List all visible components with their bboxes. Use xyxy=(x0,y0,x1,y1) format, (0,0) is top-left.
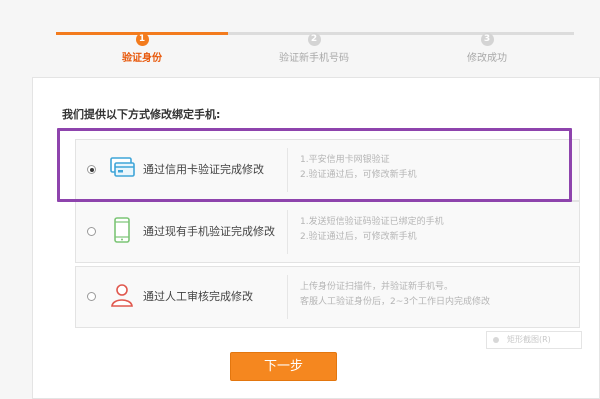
desc-line: 1.发送短信验证码验证已绑定的手机 xyxy=(300,217,444,227)
radio-manual-review[interactable] xyxy=(87,292,96,301)
person-icon xyxy=(111,284,133,307)
step-label: 修改成功 xyxy=(467,53,507,64)
desc-line: 客服人工验证身份后，2~3个工作日内完成修改 xyxy=(300,297,490,307)
mobile-phone-icon xyxy=(114,217,130,243)
highlight-box xyxy=(57,128,572,202)
step-number: 2 xyxy=(307,33,321,46)
watermark-icon xyxy=(493,337,499,343)
option-title: 通过现有手机验证完成修改 xyxy=(143,225,275,238)
option-manual-review[interactable]: 通过人工审核完成修改 上传身份证扫描件，并验证新手机号。 客服人工验证身份后，2… xyxy=(75,266,580,328)
step-success: 3 修改成功 xyxy=(427,26,547,64)
step-number: 3 xyxy=(480,33,494,46)
step-verify-new-phone: 2 验证新手机号码 xyxy=(254,26,374,64)
next-step-button[interactable]: 下一步 xyxy=(230,352,337,381)
radio-existing-phone[interactable] xyxy=(87,227,96,236)
step-number: 1 xyxy=(135,33,149,46)
watermark-label: 矩形截图(R) xyxy=(507,335,551,344)
progress-stepper: 1 验证身份 2 验证新手机号码 3 修改成功 xyxy=(0,0,600,70)
step-verify-identity: 1 验证身份 xyxy=(82,26,202,64)
option-description: 上传身份证扫描件，并验证新手机号。 客服人工验证身份后，2~3个工作日内完成修改 xyxy=(300,280,490,310)
divider xyxy=(287,210,288,254)
step-label: 验证新手机号码 xyxy=(279,53,349,64)
option-existing-phone[interactable]: 通过现有手机验证完成修改 1.发送短信验证码验证已绑定的手机 2.验证通过后，可… xyxy=(75,201,580,263)
step-label: 验证身份 xyxy=(122,53,162,64)
option-description: 1.发送短信验证码验证已绑定的手机 2.验证通过后，可修改新手机 xyxy=(300,215,444,245)
intro-heading: 我们提供以下方式修改绑定手机: xyxy=(62,108,221,121)
divider xyxy=(287,275,288,319)
desc-line: 2.验证通过后，可修改新手机 xyxy=(300,232,417,242)
desc-line: 上传身份证扫描件，并验证新手机号。 xyxy=(300,282,454,292)
screenshot-watermark: 矩形截图(R) xyxy=(486,331,582,349)
option-title: 通过人工审核完成修改 xyxy=(143,290,253,303)
